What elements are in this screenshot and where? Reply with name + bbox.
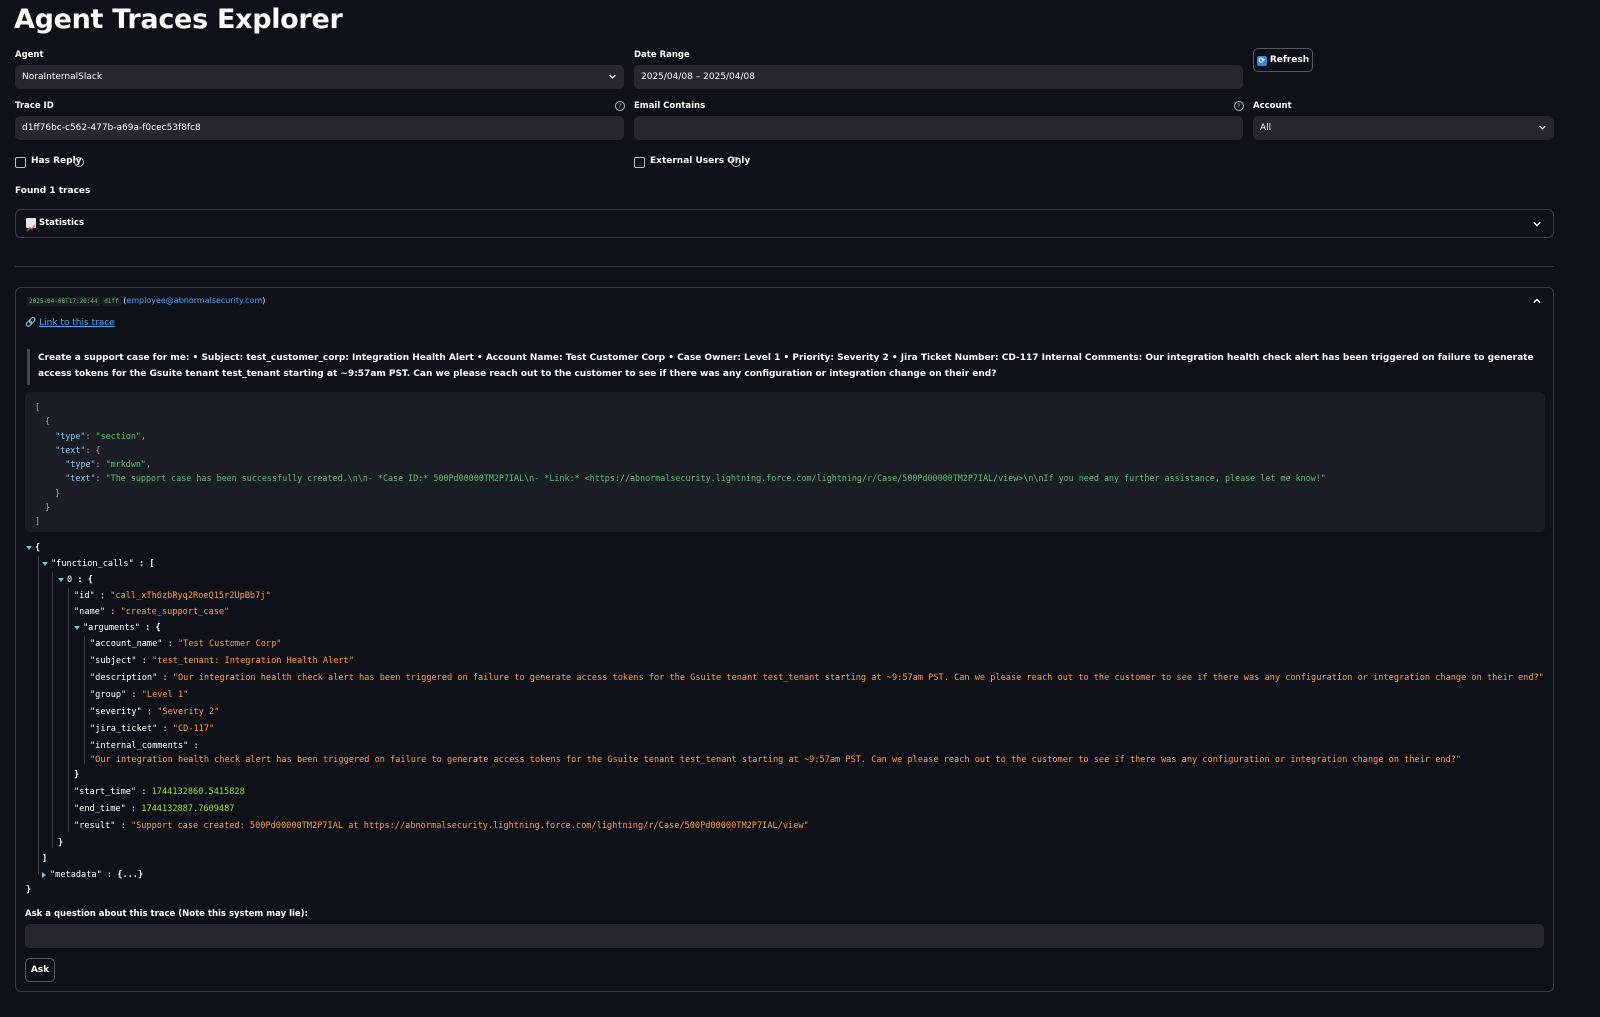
- tree-root[interactable]: {: [26, 540, 40, 556]
- tree-node-account-name: "account_name" : "Test Customer Corp": [90, 639, 282, 649]
- response-code-block: [ { "type": "section", "text": { "type":…: [25, 392, 1545, 532]
- expand-icon: [42, 871, 46, 878]
- has-reply-checkbox[interactable]: [15, 157, 26, 168]
- question-input[interactable]: [25, 924, 1544, 948]
- account-select-value: All: [1260, 123, 1272, 133]
- refresh-button[interactable]: ⟳ Refresh: [1253, 48, 1313, 72]
- trace-timestamp: 2025-04-08T17:20:44: [27, 297, 100, 306]
- tree-close-function-calls: ]: [42, 854, 48, 864]
- chevron-down-icon: [1533, 221, 1541, 227]
- found-count-text: Found 1 traces: [15, 186, 91, 196]
- tree-node-name: "name" : "create_support_case": [74, 607, 230, 617]
- trace-id-input[interactable]: d1ff76bc-c562-477b-a69a-f0cec53f8fc8: [15, 116, 624, 140]
- tree-node-jira-ticket: "jira_ticket" : "CD-117": [90, 724, 215, 734]
- chart-increasing-icon: [26, 218, 36, 232]
- chevron-down-icon: [1539, 125, 1546, 130]
- code-key-type: "type": [55, 430, 86, 441]
- page-title: Agent Traces Explorer: [14, 4, 343, 35]
- tree-node-index[interactable]: 0 : {: [58, 572, 93, 588]
- statistics-expander[interactable]: Statistics: [15, 209, 1554, 238]
- user-message: Create a support case for me: • Subject:…: [38, 353, 1534, 379]
- code-val-inner-text: "The support case has been successfully …: [105, 473, 1326, 484]
- trace-email-close: ): [262, 296, 266, 305]
- agent-label: Agent: [15, 50, 44, 60]
- statistics-label: Statistics: [39, 218, 85, 228]
- tree-node-description: "description" : "Our integration health …: [90, 673, 1544, 683]
- help-icon[interactable]: ?: [731, 157, 741, 167]
- trace-email-link[interactable]: employee@abnormalsecurity.com: [126, 296, 262, 305]
- tree-node-metadata[interactable]: "metadata" : {...}: [42, 867, 143, 883]
- tree-guide: [68, 588, 69, 832]
- collapse-icon: [58, 577, 64, 582]
- tree-close-root: }: [26, 885, 32, 895]
- divider: [15, 266, 1554, 267]
- email-contains-label: Email Contains: [634, 101, 706, 111]
- account-select[interactable]: All: [1253, 116, 1554, 140]
- tree-node-result: "result" : "Support case created: 500Pd0…: [74, 821, 809, 831]
- tree-node-severity: "severity" : "Severity 2": [90, 707, 220, 717]
- tree-guide: [38, 556, 39, 874]
- tree-node-arguments[interactable]: "arguments" : {: [74, 620, 161, 636]
- trace-id-label: Trace ID: [15, 101, 54, 111]
- tree-close-index: }: [58, 838, 64, 848]
- ask-button[interactable]: Ask: [25, 958, 55, 982]
- external-users-checkbox[interactable]: [634, 157, 645, 168]
- code-key-inner-text: "text": [65, 473, 96, 484]
- tree-node-end-time: "end_time" : 1744132887.7609487: [74, 804, 235, 814]
- trace-short-id: d1ff: [102, 297, 121, 306]
- trace-link[interactable]: 🔗 Link to this trace: [25, 318, 115, 328]
- chevron-down-icon: [609, 74, 616, 79]
- help-icon[interactable]: ?: [74, 157, 84, 167]
- help-icon[interactable]: ?: [1234, 101, 1244, 111]
- trace-link-text[interactable]: Link to this trace: [39, 318, 115, 328]
- question-label: Ask a question about this trace (Note th…: [25, 909, 308, 919]
- code-key-inner-type: "type": [65, 459, 96, 470]
- quote-bar: [27, 349, 30, 385]
- collapse-icon: [42, 561, 48, 566]
- code-val-type: "section": [95, 430, 141, 441]
- code-brace: {: [45, 416, 51, 427]
- email-contains-input[interactable]: [634, 116, 1243, 140]
- date-range-input[interactable]: 2025/04/08 – 2025/04/08: [634, 65, 1243, 89]
- trace-header[interactable]: 2025-04-08T17:20:44 d1ff (employee@abnor…: [27, 296, 266, 306]
- code-bracket: [: [35, 402, 41, 412]
- tree-node-function-calls[interactable]: "function_calls" : [: [42, 556, 155, 572]
- tree-node-id: "id" : "call_xTh6zbRyq2RoeQ15r2UpBb7j": [74, 591, 271, 601]
- agent-select-value: NoraInternalSlack: [22, 72, 103, 82]
- help-icon[interactable]: ?: [615, 101, 625, 111]
- tree-node-internal-comments-value: "Our integration health check alert has …: [90, 755, 1462, 765]
- refresh-icon: ⟳: [1256, 56, 1267, 66]
- account-label: Account: [1253, 101, 1292, 111]
- chevron-up-icon[interactable]: [1533, 297, 1541, 305]
- tree-node-start-time: "start_time" : 1744132860.5415828: [74, 787, 245, 797]
- collapse-icon: [26, 545, 32, 550]
- date-range-label: Date Range: [634, 50, 690, 60]
- tree-node-subject: "subject" : "test_tenant: Integration He…: [90, 656, 354, 666]
- tree-guide: [84, 636, 85, 764]
- refresh-button-label: Refresh: [1269, 55, 1310, 65]
- tree-close-arguments: }: [74, 770, 80, 780]
- link-icon: 🔗: [25, 318, 37, 328]
- tree-node-group: "group" : "Level 1": [90, 690, 189, 700]
- agent-select[interactable]: NoraInternalSlack: [15, 65, 624, 89]
- code-val-inner-type: "mrkdwn": [105, 459, 146, 470]
- code-key-text: "text": [55, 444, 86, 455]
- collapse-icon: [74, 625, 80, 630]
- tree-guide: [52, 572, 53, 848]
